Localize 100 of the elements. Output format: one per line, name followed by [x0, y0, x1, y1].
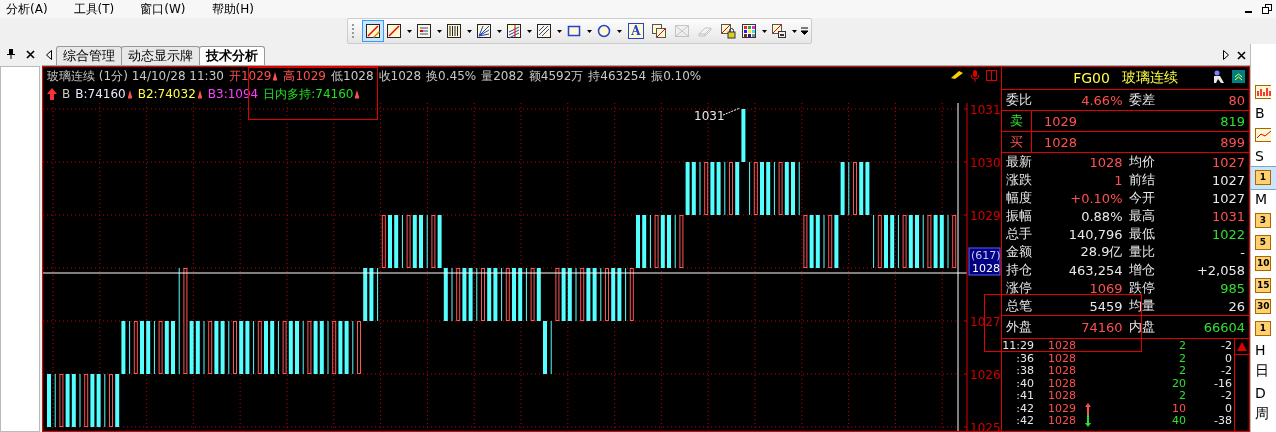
stat-value: 80 [1227, 92, 1245, 108]
stat-value: 5459 [1088, 298, 1123, 314]
chevron-up-icon[interactable] [1232, 70, 1245, 83]
order-side-label: 卖 [1002, 111, 1032, 131]
period-button[interactable]: 周 [1251, 403, 1276, 425]
pencil-icon[interactable] [950, 70, 964, 80]
tab[interactable]: 技术分析 [199, 46, 265, 65]
period-button[interactable]: 日 [1251, 360, 1276, 382]
tick-time: :42 [1015, 415, 1034, 428]
candle [419, 215, 423, 268]
tool-button[interactable] [362, 20, 384, 42]
tick-volume: 10 [1171, 402, 1186, 415]
tab[interactable]: 动态显示牌 [121, 46, 200, 65]
stat-value: 463,254 [1067, 262, 1123, 278]
period-button[interactable]: M [1251, 188, 1276, 210]
period-button[interactable]: S [1251, 145, 1276, 167]
line-chart-icon [1255, 127, 1271, 142]
stat-label: 委差 [1128, 91, 1156, 109]
color-grid-icon [741, 23, 757, 39]
panel-toggle-icon[interactable] [986, 70, 997, 81]
candle [394, 215, 399, 268]
tick-price: 1028 [1048, 340, 1077, 353]
restore-icon[interactable] [1262, 4, 1272, 14]
candle [264, 321, 268, 374]
tick-time: 11:29 [1002, 340, 1034, 353]
candle [133, 321, 138, 374]
microphone-icon[interactable] [970, 70, 980, 82]
quote-text: 量2082 [481, 67, 524, 85]
tick-price: 1028 [1048, 365, 1077, 378]
left-triangle-icon [46, 50, 52, 60]
period-button[interactable]: 15 [1251, 274, 1276, 296]
period-button[interactable]: 3 [1251, 210, 1276, 232]
copy-icon [651, 23, 667, 39]
rectangle-icon [566, 23, 582, 39]
period-button[interactable]: D [1251, 382, 1276, 404]
candle [233, 321, 237, 374]
candle [952, 215, 957, 268]
stat-value: 1027 [1210, 172, 1245, 188]
tab[interactable]: 综合管理 [56, 46, 122, 65]
candle [642, 215, 647, 268]
quote-text: 高1029 [283, 67, 326, 85]
caret-icon [407, 29, 412, 33]
caret-icon [467, 29, 472, 33]
quote-text: 换0.45% [426, 67, 477, 85]
contract-name: 玻璃连续 [1121, 69, 1178, 87]
stat-value: 1027 [1210, 190, 1245, 206]
stat-value: 0.88% [1080, 208, 1123, 224]
caret-icon [762, 29, 767, 33]
period-button[interactable]: 1 [1251, 167, 1276, 189]
menu-item[interactable]: 分析(A) [0, 0, 58, 18]
tick-price: 1028 [1048, 352, 1077, 365]
stat-value: 1031 [1210, 208, 1245, 224]
period-button[interactable]: 5 [1251, 231, 1276, 253]
candle [357, 321, 361, 374]
quote-text: 额4592万 [528, 67, 584, 85]
stat-label: 外盘 [1006, 318, 1033, 336]
line-icon [386, 23, 402, 39]
person-icon[interactable] [1212, 70, 1226, 84]
candle [109, 374, 113, 427]
period-button[interactable]: B [1251, 102, 1276, 124]
stat-value: +2,058 [1195, 262, 1245, 278]
tick-time: :36 [1015, 352, 1034, 365]
menu-item[interactable]: 工具(T) [67, 0, 125, 18]
stat-label: 最高 [1128, 207, 1156, 225]
tick-price: 1028 [1048, 390, 1077, 403]
menu-item[interactable]: 帮助(H) [205, 0, 264, 18]
period-button[interactable]: 1 [1251, 317, 1276, 339]
stat-value: 26 [1227, 298, 1245, 314]
candle [629, 268, 634, 321]
stat-label: 内盘 [1128, 318, 1156, 336]
candle [760, 162, 764, 215]
stat-label: 最新 [1006, 153, 1033, 171]
candle [140, 321, 144, 374]
tick-change: -2 [1220, 390, 1233, 403]
leader-line [722, 107, 741, 116]
candle [667, 215, 671, 268]
period-button[interactable]: H [1251, 339, 1276, 361]
candle [915, 215, 919, 268]
close-icon[interactable] [25, 49, 35, 59]
pin-icon[interactable] [7, 49, 16, 59]
period-button[interactable]: 10 [1251, 253, 1276, 275]
hatch-icon [536, 23, 552, 39]
tick-volume: 2 [1178, 352, 1186, 365]
candle [791, 162, 795, 215]
candle [636, 215, 640, 268]
tick-volume: 40 [1171, 415, 1186, 428]
menu-item[interactable]: 窗口(W) [134, 0, 196, 18]
candle [146, 321, 151, 374]
stat-label: 委比 [1006, 91, 1033, 109]
period-button[interactable]: 30 [1251, 296, 1276, 318]
caret-icon [587, 29, 592, 33]
candle [877, 215, 882, 268]
stat-label: 涨停 [1006, 279, 1033, 297]
caret-icon [497, 29, 502, 33]
candle [381, 215, 386, 268]
quote-text: 持463254 [588, 67, 647, 85]
stat-value: 1022 [1210, 226, 1245, 242]
stat-label: 前结 [1128, 171, 1156, 189]
quote-text: 低1028 [331, 67, 374, 85]
tick-volume: 2 [1178, 340, 1186, 353]
